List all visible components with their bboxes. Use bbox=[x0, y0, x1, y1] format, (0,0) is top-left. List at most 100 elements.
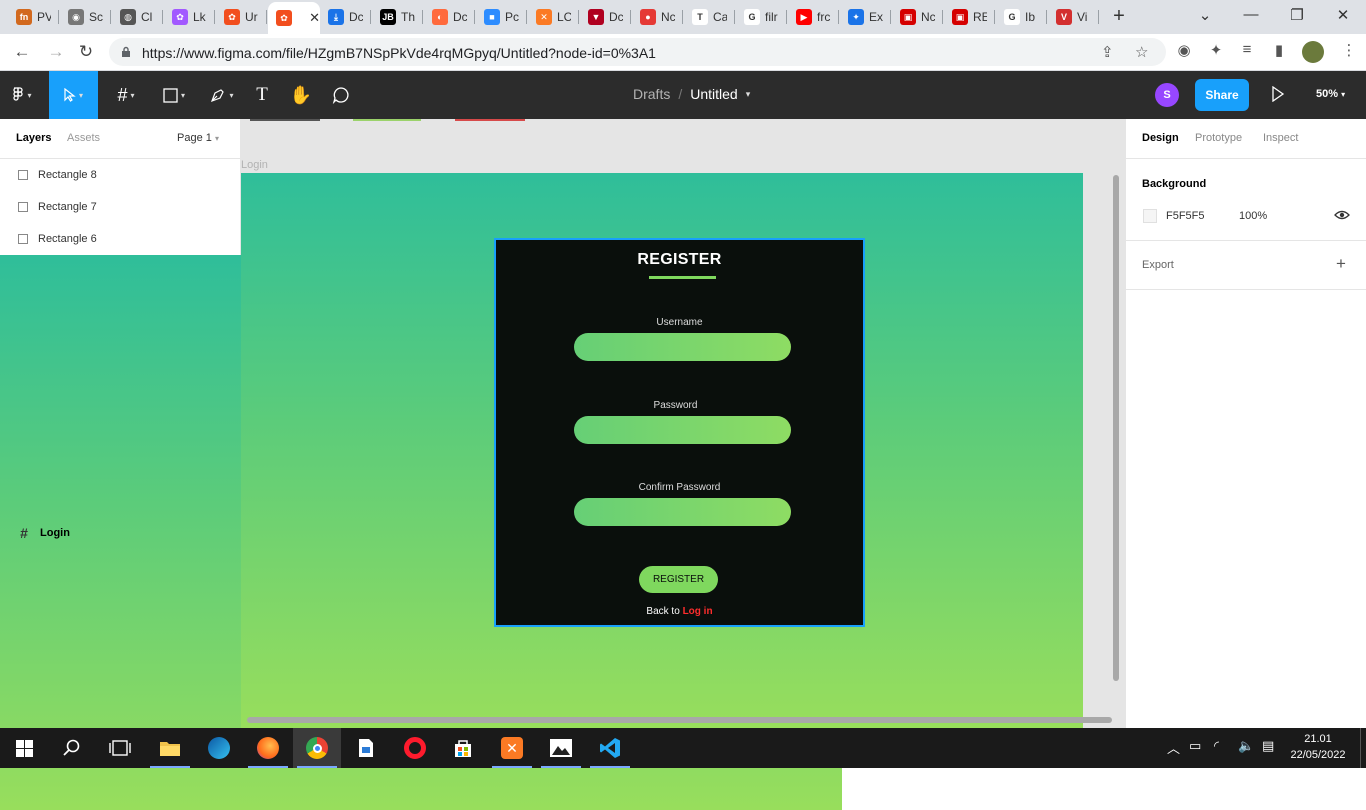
media-list-icon[interactable]: ≡ bbox=[1238, 41, 1256, 59]
browser-tab[interactable]: ◐ Dc bbox=[424, 4, 475, 30]
browser-tab[interactable]: ▶ frc bbox=[788, 4, 839, 30]
edge-app[interactable] bbox=[195, 728, 243, 768]
extensions-puzzle-icon[interactable]: ✦ bbox=[1207, 41, 1225, 59]
menu-kebab-icon[interactable]: ⋮ bbox=[1340, 41, 1358, 59]
browser-tab[interactable]: V Vi bbox=[1048, 4, 1099, 30]
login-link[interactable]: Log in bbox=[683, 606, 713, 617]
firefox-app[interactable] bbox=[244, 728, 292, 768]
photos-app[interactable] bbox=[342, 728, 390, 768]
pen-tool-button[interactable]: ▾ bbox=[200, 71, 244, 119]
url-text[interactable]: https://www.figma.com/file/HZgmB7NSpPkVd… bbox=[142, 45, 656, 61]
present-play-icon[interactable] bbox=[1271, 86, 1285, 102]
browser-tab[interactable]: ✦ Ex bbox=[840, 4, 891, 30]
browser-tab[interactable]: ■ Pc bbox=[476, 4, 527, 30]
browser-tab[interactable]: ◍ Cl bbox=[112, 4, 163, 30]
wifi-icon[interactable]: ◜ bbox=[1214, 738, 1219, 754]
ime-icon[interactable]: ▤ bbox=[1262, 738, 1274, 754]
confirm-password-field[interactable] bbox=[574, 498, 791, 526]
forward-icon[interactable]: → bbox=[46, 42, 66, 62]
design-canvas[interactable]: Login REGISTER Username Password Confirm… bbox=[241, 119, 1125, 728]
password-field[interactable] bbox=[574, 416, 791, 444]
zoom-level[interactable]: 50% ▾ bbox=[1316, 88, 1345, 100]
browser-tab[interactable]: ▣ RE bbox=[944, 4, 995, 30]
tab-assets[interactable]: Assets bbox=[67, 132, 100, 144]
browser-tab[interactable]: ✿ Lk bbox=[164, 4, 215, 30]
vertical-scrollbar[interactable] bbox=[1113, 175, 1119, 681]
image-viewer-app[interactable] bbox=[537, 728, 585, 768]
tab-search-icon[interactable]: ⌄ bbox=[1195, 6, 1215, 24]
show-desktop-button[interactable] bbox=[1360, 728, 1361, 768]
restore-icon[interactable]: ❐ bbox=[1287, 6, 1307, 24]
task-view-button[interactable] bbox=[96, 728, 144, 768]
browser-tab[interactable]: ◉ Sc bbox=[60, 4, 111, 30]
register-button[interactable]: REGISTER bbox=[639, 566, 718, 593]
browser-tab[interactable]: ▣ Nc bbox=[892, 4, 943, 30]
offscreen-shape[interactable] bbox=[353, 119, 421, 121]
side-panel-icon[interactable]: ▮ bbox=[1270, 41, 1288, 59]
layer-rectangle-7[interactable]: Rectangle 7 bbox=[0, 191, 240, 223]
move-tool-button[interactable]: ▾ bbox=[49, 71, 98, 119]
tab-prototype[interactable]: Prototype bbox=[1195, 132, 1242, 144]
bookmark-star-icon[interactable]: ☆ bbox=[1135, 43, 1148, 61]
file-explorer-app[interactable] bbox=[146, 728, 194, 768]
browser-tab[interactable]: T Ca bbox=[684, 4, 735, 30]
minimize-icon[interactable]: — bbox=[1241, 6, 1261, 23]
register-card[interactable]: REGISTER Username Password Confirm Passw… bbox=[494, 238, 865, 627]
browser-tab[interactable]: ⤓ Dc bbox=[320, 4, 371, 30]
tab-layers[interactable]: Layers bbox=[16, 132, 51, 144]
layer-rectangle-8[interactable]: Rectangle 8 bbox=[0, 159, 240, 191]
browser-tab[interactable]: ✕ LC bbox=[528, 4, 579, 30]
user-avatar[interactable]: S bbox=[1155, 83, 1179, 107]
camera-extension-icon[interactable]: ◉ bbox=[1175, 41, 1193, 59]
start-button[interactable] bbox=[0, 728, 48, 768]
close-window-icon[interactable]: ✕ bbox=[1333, 6, 1353, 24]
browser-tab[interactable]: Gfilr bbox=[736, 4, 787, 30]
xampp-app[interactable]: ✕ bbox=[488, 728, 536, 768]
add-export-button[interactable]: + bbox=[1336, 254, 1346, 274]
system-clock[interactable]: 21.01 22/05/2022 bbox=[1288, 731, 1348, 763]
comment-tool-button[interactable] bbox=[326, 71, 356, 119]
username-field[interactable] bbox=[574, 333, 791, 361]
text-tool-button[interactable]: T bbox=[248, 71, 276, 119]
breadcrumb-drafts[interactable]: Drafts bbox=[633, 86, 670, 102]
vscode-app[interactable] bbox=[586, 728, 634, 768]
chrome-app[interactable] bbox=[293, 728, 341, 768]
offscreen-shape[interactable] bbox=[455, 119, 525, 121]
background-opacity-value[interactable]: 100% bbox=[1239, 210, 1267, 222]
layer-rectangle-6[interactable]: Rectangle 6 bbox=[0, 223, 240, 255]
offscreen-shape[interactable] bbox=[250, 119, 320, 121]
share-button[interactable]: Share bbox=[1195, 79, 1249, 111]
frame-label[interactable]: Login bbox=[241, 159, 268, 171]
new-tab-button[interactable]: + bbox=[1111, 6, 1127, 26]
tab-inspect[interactable]: Inspect bbox=[1263, 132, 1298, 144]
share-page-icon[interactable]: ⇪ bbox=[1101, 43, 1114, 61]
tab-design[interactable]: Design bbox=[1142, 132, 1179, 144]
chevron-down-icon[interactable]: ▾ bbox=[746, 89, 751, 102]
frame-tool-button[interactable]: # ▾ bbox=[104, 71, 148, 119]
browser-tab[interactable]: ▼ Dc bbox=[580, 4, 631, 30]
background-color-swatch[interactable] bbox=[1143, 209, 1157, 223]
main-menu-button[interactable]: ▾ bbox=[0, 71, 44, 119]
browser-tab[interactable]: ✿ Ur bbox=[216, 4, 267, 30]
opera-app[interactable] bbox=[391, 728, 439, 768]
page-selector[interactable]: Page 1 ▾ bbox=[177, 132, 219, 144]
background-hex-value[interactable]: F5F5F5 bbox=[1166, 210, 1205, 222]
back-icon[interactable]: ← bbox=[12, 42, 32, 62]
reload-icon[interactable]: ↻ bbox=[76, 42, 96, 62]
browser-tab[interactable]: JB Th bbox=[372, 4, 423, 30]
tray-chevron-up-icon[interactable]: ︿ bbox=[1167, 738, 1180, 757]
battery-icon[interactable]: ▭ bbox=[1189, 738, 1201, 754]
browser-tab[interactable]: ● Nc bbox=[632, 4, 683, 30]
shape-tool-button[interactable]: ▾ bbox=[152, 71, 196, 119]
search-button[interactable] bbox=[48, 728, 96, 768]
close-tab-icon[interactable]: ✕ bbox=[309, 10, 320, 26]
store-app[interactable] bbox=[439, 728, 487, 768]
profile-avatar[interactable] bbox=[1302, 41, 1324, 63]
hand-tool-button[interactable]: ✋ bbox=[286, 71, 316, 119]
browser-tab[interactable]: ✿ ✕ bbox=[268, 2, 320, 34]
horizontal-scrollbar[interactable] bbox=[247, 717, 1112, 723]
omnibox[interactable]: https://www.figma.com/file/HZgmB7NSpPkVd… bbox=[109, 38, 1166, 66]
eye-visibility-icon[interactable] bbox=[1334, 209, 1350, 221]
volume-icon[interactable]: 🔈 bbox=[1238, 738, 1254, 754]
browser-tab[interactable]: fn PV bbox=[8, 4, 59, 30]
